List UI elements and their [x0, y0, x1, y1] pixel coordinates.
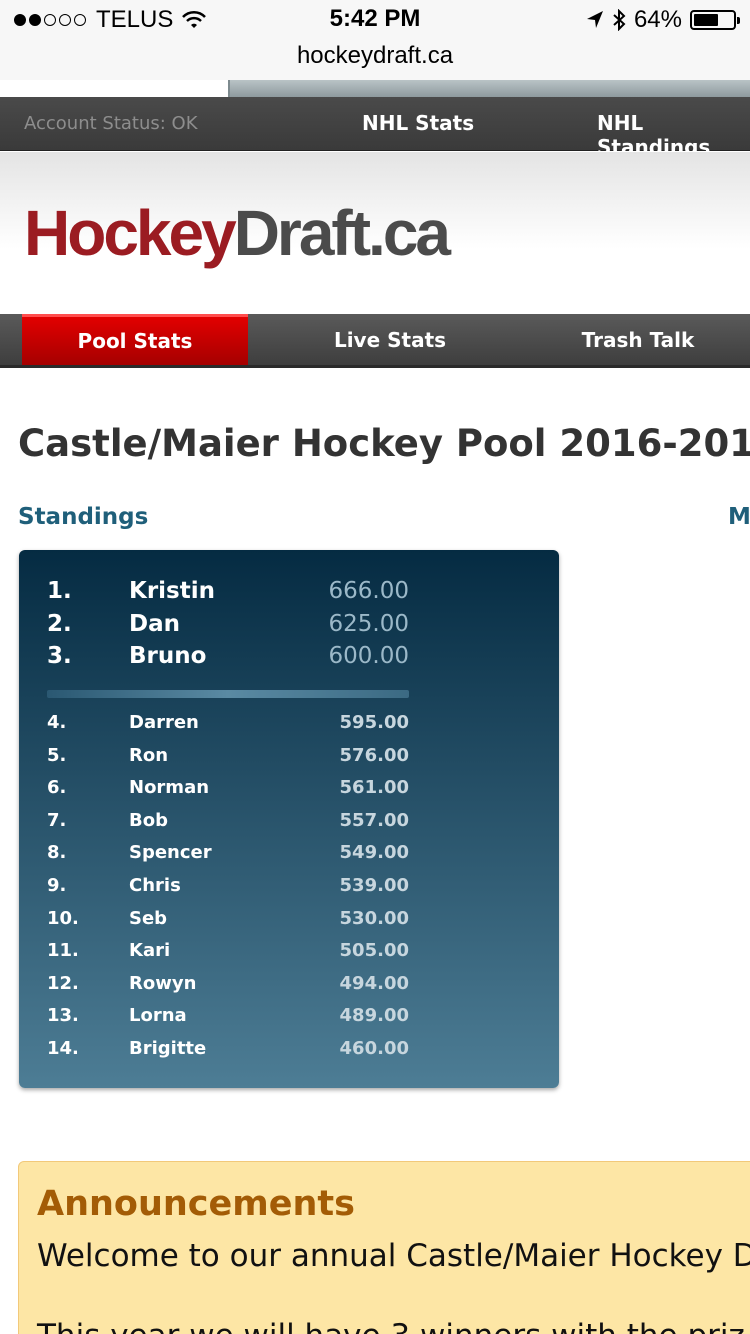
score-value: 494.00: [339, 972, 409, 994]
tab-live-stats[interactable]: Live Stats: [290, 314, 490, 365]
battery-percent: 64%: [633, 6, 682, 33]
url-bar[interactable]: hockeydraft.ca: [0, 40, 750, 80]
standings-row: 4. Darren 595.00: [19, 712, 559, 744]
status-right: 64%: [586, 6, 740, 34]
rank-label: 13.: [47, 1005, 79, 1027]
team-name[interactable]: Brigitte: [129, 1038, 206, 1059]
team-name[interactable]: Ron: [129, 745, 168, 766]
bluetooth-icon: [613, 9, 626, 31]
team-name[interactable]: Darren: [129, 712, 199, 733]
main-tabs: Pool Stats Live Stats Trash Talk: [0, 314, 750, 368]
score-value: 549.00: [339, 842, 409, 864]
standings-panel: 1. Kristin 666.00 2. Dan 625.00 3. Bruno 600.00 4…: [19, 550, 559, 1088]
team-name[interactable]: Bob: [129, 810, 168, 831]
rank-label: 8.: [47, 842, 67, 864]
score-value: 460.00: [339, 1038, 409, 1059]
team-name[interactable]: Rowyn: [129, 973, 196, 994]
top-nav: Account Status: OK NHL Stats NHL Standin…: [0, 97, 750, 159]
score-value: 539.00: [339, 875, 409, 896]
status-bar: TELUS 5:42 PM 64%: [0, 0, 750, 40]
score-value: 505.00: [339, 940, 409, 962]
header-band: HockeyDraft.ca: [0, 152, 750, 314]
divider: [47, 690, 409, 698]
score-value: 530.00: [339, 907, 409, 929]
announcements-box: Announcements Welcome to our annual Cast…: [18, 1161, 750, 1334]
score-value: 576.00: [339, 744, 409, 766]
battery-icon: [690, 10, 740, 30]
account-status: Account Status: OK: [24, 113, 198, 134]
rank-label: 14.: [47, 1038, 79, 1059]
rank-label: 5.: [47, 744, 67, 766]
ad-banner: [0, 80, 750, 97]
rank-label: 12.: [47, 972, 79, 994]
rank-label: 3.: [47, 643, 72, 669]
nav-nhl-stats[interactable]: NHL Stats: [362, 111, 474, 135]
rank-label: 4.: [47, 712, 67, 733]
tab-trash-talk[interactable]: Trash Talk: [540, 314, 736, 365]
score-value: 666.00: [328, 578, 409, 604]
standings-row: 6. Norman 561.00: [19, 777, 559, 809]
rank-label: 1.: [47, 578, 72, 604]
team-name[interactable]: Bruno: [129, 643, 206, 669]
standings-row: 3. Bruno 600.00: [19, 643, 559, 675]
team-name[interactable]: Seb: [129, 908, 167, 929]
standings-row: 2. Dan 625.00: [19, 611, 559, 643]
rank-label: 2.: [47, 610, 72, 637]
team-name[interactable]: Spencer: [129, 842, 212, 863]
score-value: 625.00: [328, 610, 409, 637]
rank-label: 7.: [47, 809, 67, 831]
score-value: 595.00: [339, 712, 409, 733]
standings-row: 8. Spencer 549.00: [19, 842, 559, 874]
team-name[interactable]: Chris: [129, 875, 181, 896]
standings-row: 14. Brigitte 460.00: [19, 1038, 559, 1070]
standings-row: 7. Bob 557.00: [19, 810, 559, 842]
standings-row: 9. Chris 539.00: [19, 875, 559, 907]
score-value: 557.00: [339, 809, 409, 831]
score-value: 600.00: [328, 643, 409, 669]
standings-row: 10. Seb 530.00: [19, 908, 559, 940]
site-logo[interactable]: HockeyDraft.ca: [24, 196, 451, 270]
rank-label: 9.: [47, 875, 67, 896]
team-name[interactable]: Norman: [129, 777, 209, 798]
standings-row: 13. Lorna 489.00: [19, 1005, 559, 1037]
location-arrow-icon: [586, 11, 603, 28]
announcement-text: Welcome to our annual Castle/Maier Hocke…: [37, 1238, 750, 1274]
announcements-title: Announcements: [37, 1184, 355, 1224]
score-value: 561.00: [339, 777, 409, 799]
team-name[interactable]: Lorna: [129, 1005, 187, 1026]
rank-label: 11.: [47, 940, 79, 962]
page-title: Castle/Maier Hockey Pool 2016-2017: [18, 422, 750, 465]
announcement-text-2: This year we will have 3 winners with th…: [37, 1318, 745, 1334]
standings-row: 5. Ron 576.00: [19, 745, 559, 777]
team-name[interactable]: Dan: [129, 611, 180, 637]
team-name[interactable]: Kari: [129, 940, 170, 961]
standings-row: 12. Rowyn 494.00: [19, 973, 559, 1005]
team-name[interactable]: Kristin: [129, 578, 215, 604]
rank-label: 6.: [47, 777, 67, 799]
rank-label: 10.: [47, 907, 79, 929]
standings-row: 1. Kristin 666.00: [19, 578, 559, 610]
score-value: 489.00: [339, 1005, 409, 1027]
standings-link[interactable]: Standings: [18, 504, 148, 530]
standings-row: 11. Kari 505.00: [19, 940, 559, 972]
tab-pool-stats[interactable]: Pool Stats: [22, 314, 248, 365]
more-link[interactable]: Mo: [728, 504, 750, 530]
